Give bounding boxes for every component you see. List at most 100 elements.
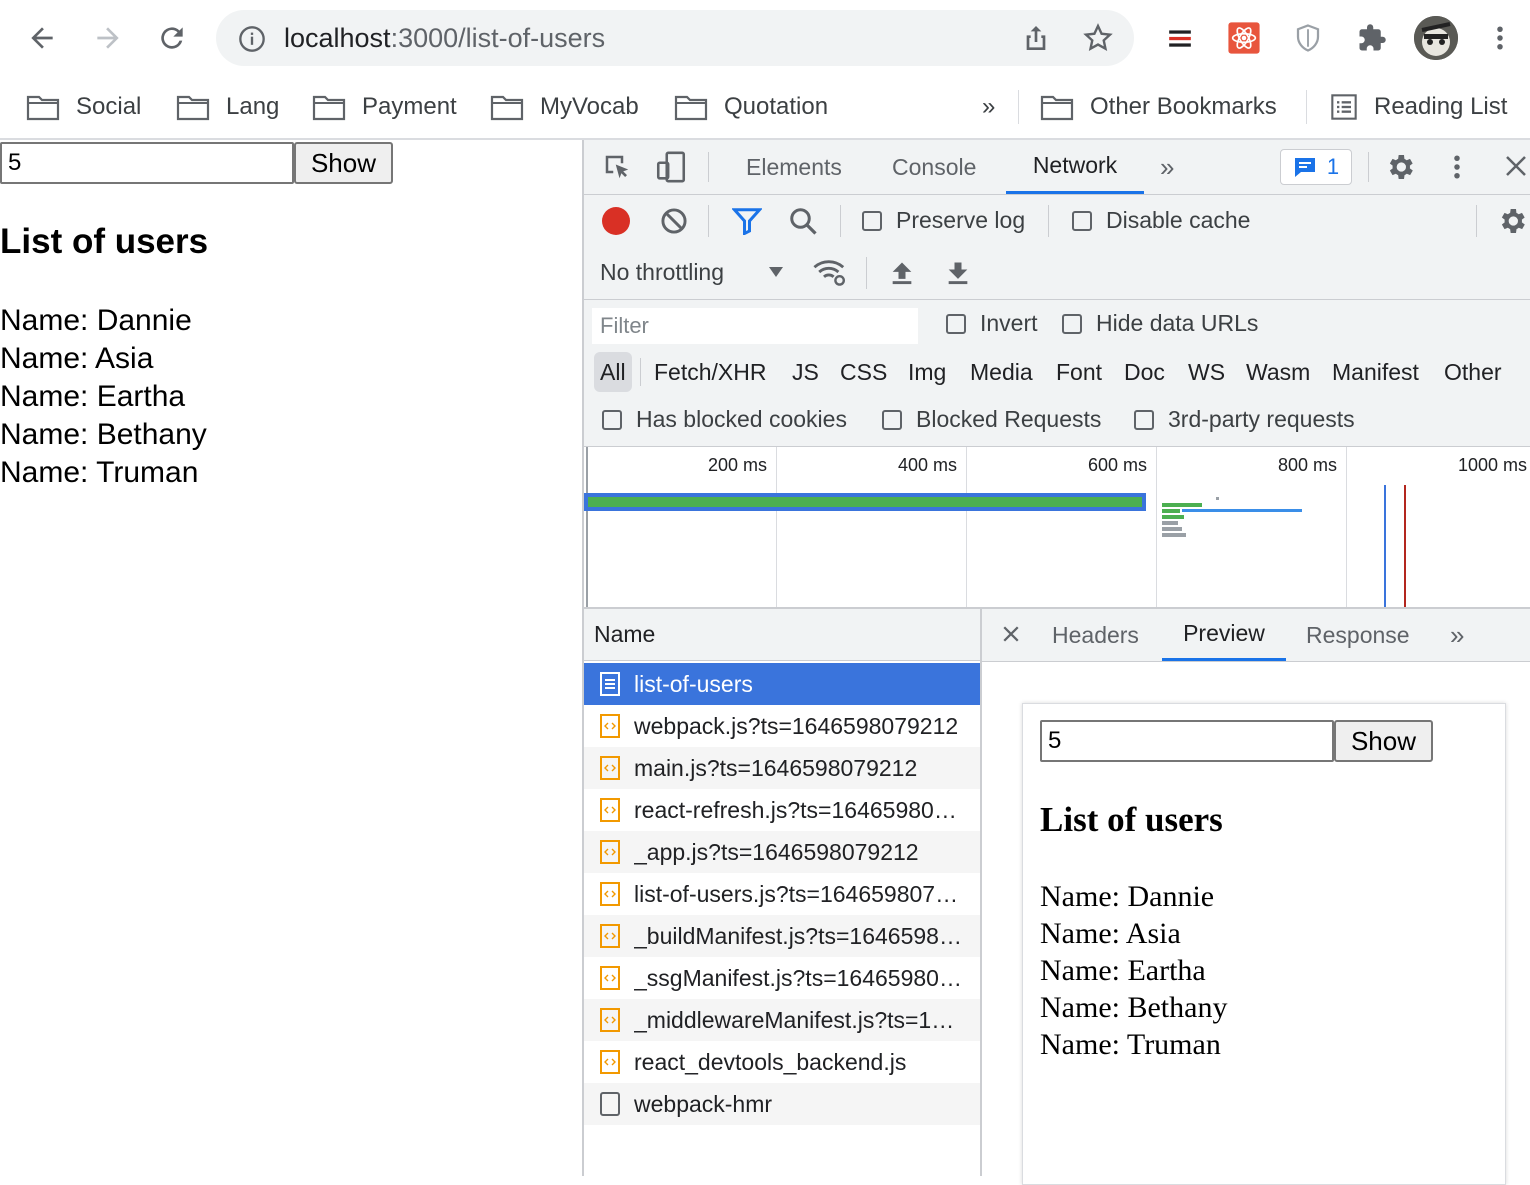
bookmark-folder-quotation[interactable]: Quotation [674, 90, 828, 124]
request-row[interactable]: list-of-users [584, 663, 980, 705]
record-button[interactable] [602, 207, 630, 235]
request-row[interactable]: _ssgManifest.js?ts=1646598079212 [584, 957, 980, 999]
close-detail-icon[interactable] [1002, 625, 1020, 648]
reading-list-button[interactable]: Reading List [1330, 90, 1507, 124]
bookmark-folder-social[interactable]: Social [26, 90, 141, 124]
extension-todo-icon[interactable] [1162, 20, 1198, 56]
tick-label: 200 ms [708, 455, 768, 475]
issues-badge[interactable]: 1 [1280, 149, 1352, 185]
user-list-item: Name: Asia [0, 342, 154, 375]
script-file-icon [600, 966, 620, 990]
type-filter-doc[interactable]: Doc [1124, 352, 1165, 392]
request-row[interactable]: webpack-hmr [584, 1083, 980, 1125]
divider [1306, 90, 1307, 124]
detail-tabbar: Headers Preview Response » [982, 609, 1530, 662]
site-info-icon[interactable] [238, 25, 266, 58]
type-filter-wasm[interactable]: Wasm [1246, 352, 1310, 392]
tick-line [1156, 447, 1157, 607]
timeline-start-marker [586, 447, 588, 607]
type-filter-font[interactable]: Font [1056, 352, 1102, 392]
preview-user-item: Name: Truman [1040, 1028, 1221, 1061]
blocked-requests-checkbox[interactable] [882, 410, 902, 430]
blocked-requests-label: Blocked Requests [916, 406, 1102, 432]
bookmark-folder-myvocab[interactable]: MyVocab [490, 90, 639, 124]
more-detail-tabs-button[interactable]: » [1450, 609, 1464, 661]
message-icon [1294, 158, 1315, 177]
show-button[interactable]: Show [294, 142, 393, 184]
bookmark-folder-payment[interactable]: Payment [312, 90, 457, 124]
request-row[interactable]: react-refresh.js?ts=1646598079212 [584, 789, 980, 831]
folder-icon [176, 95, 210, 121]
back-icon[interactable] [20, 16, 64, 60]
chevron-down-icon[interactable] [768, 265, 784, 284]
request-row[interactable]: react_devtools_backend.js [584, 1041, 980, 1083]
forward-icon[interactable] [86, 16, 130, 60]
hide-data-urls-checkbox[interactable] [1062, 314, 1082, 334]
network-overview-timeline[interactable]: 200 ms 400 ms 600 ms 800 ms 1000 ms [584, 447, 1530, 609]
extensions-puzzle-icon[interactable] [1354, 20, 1390, 56]
search-icon[interactable] [788, 206, 818, 241]
type-filter-all[interactable]: All [594, 352, 632, 392]
bookmark-star-icon[interactable] [1082, 22, 1114, 59]
third-party-checkbox[interactable] [1134, 410, 1154, 430]
import-har-icon[interactable] [888, 259, 916, 292]
bookmark-folder-other[interactable]: Other Bookmarks [1040, 90, 1277, 124]
tab-console[interactable]: Console [892, 140, 976, 194]
bookmark-folder-lang[interactable]: Lang [176, 90, 279, 124]
preserve-log-checkbox[interactable] [862, 211, 882, 231]
disable-cache-checkbox[interactable] [1072, 211, 1092, 231]
has-blocked-cookies-label: Has blocked cookies [636, 406, 847, 432]
share-icon[interactable] [1020, 22, 1052, 59]
request-row[interactable]: _app.js?ts=1646598079212 [584, 831, 980, 873]
shield-extension-icon[interactable] [1290, 20, 1326, 56]
inspect-element-icon[interactable] [602, 152, 632, 187]
tab-network[interactable]: Network [1006, 140, 1144, 194]
more-tabs-button[interactable]: » [1160, 140, 1174, 194]
filter-funnel-icon[interactable] [731, 207, 763, 240]
export-har-icon[interactable] [944, 259, 972, 292]
request-row[interactable]: _buildManifest.js?ts=1646598079212 [584, 915, 980, 957]
network-conditions-icon[interactable] [812, 257, 848, 292]
has-blocked-cookies-checkbox[interactable] [602, 410, 622, 430]
type-filter-js[interactable]: JS [792, 352, 819, 392]
preview-user-item: Name: Asia [1040, 917, 1181, 950]
request-row[interactable]: main.js?ts=1646598079212 [584, 747, 980, 789]
script-file-icon [600, 1050, 620, 1074]
script-file-icon [600, 798, 620, 822]
throttling-select[interactable]: No throttling [600, 259, 724, 286]
type-filter-img[interactable]: Img [908, 352, 946, 392]
preview-count-input: 5 [1040, 720, 1334, 762]
type-filter-ws[interactable]: WS [1188, 352, 1225, 392]
request-row[interactable]: webpack.js?ts=1646598079212 [584, 705, 980, 747]
settings-gear-icon[interactable] [1384, 151, 1416, 188]
reload-icon[interactable] [150, 16, 194, 60]
request-row[interactable]: _middlewareManifest.js?ts=1646598079212 [584, 999, 980, 1041]
type-filter-fetch-xhr[interactable]: Fetch/XHR [654, 352, 766, 392]
clear-icon[interactable] [660, 207, 688, 240]
type-filter-manifest[interactable]: Manifest [1332, 352, 1419, 392]
filter-input[interactable]: Filter [592, 308, 918, 344]
tab-preview[interactable]: Preview [1162, 609, 1286, 661]
close-devtools-icon[interactable] [1504, 154, 1528, 183]
bookmarks-overflow-button[interactable]: » [982, 90, 995, 124]
network-settings-gear-icon[interactable] [1496, 205, 1528, 242]
request-name: webpack-hmr [634, 1090, 773, 1117]
type-filter-css[interactable]: CSS [840, 352, 887, 392]
request-row[interactable]: list-of-users.js?ts=1646598079212 [584, 873, 980, 915]
tab-response[interactable]: Response [1306, 609, 1410, 661]
address-bar[interactable]: localhost:3000/list-of-users [216, 10, 1134, 66]
browser-menu-icon[interactable] [1482, 20, 1518, 56]
type-filter-other[interactable]: Other [1444, 352, 1502, 392]
name-column-header[interactable]: Name [584, 609, 980, 661]
tab-elements[interactable]: Elements [746, 140, 842, 194]
tab-headers[interactable]: Headers [1052, 609, 1139, 661]
divider [1018, 90, 1019, 124]
devtools-menu-icon[interactable] [1452, 152, 1462, 187]
profile-avatar[interactable] [1414, 16, 1458, 60]
invert-checkbox[interactable] [946, 314, 966, 334]
device-toolbar-icon[interactable] [654, 150, 688, 189]
type-filter-media[interactable]: Media [970, 352, 1033, 392]
script-file-icon [600, 840, 620, 864]
count-input[interactable]: 5 [0, 142, 294, 184]
react-devtools-extension-icon[interactable] [1226, 20, 1262, 56]
